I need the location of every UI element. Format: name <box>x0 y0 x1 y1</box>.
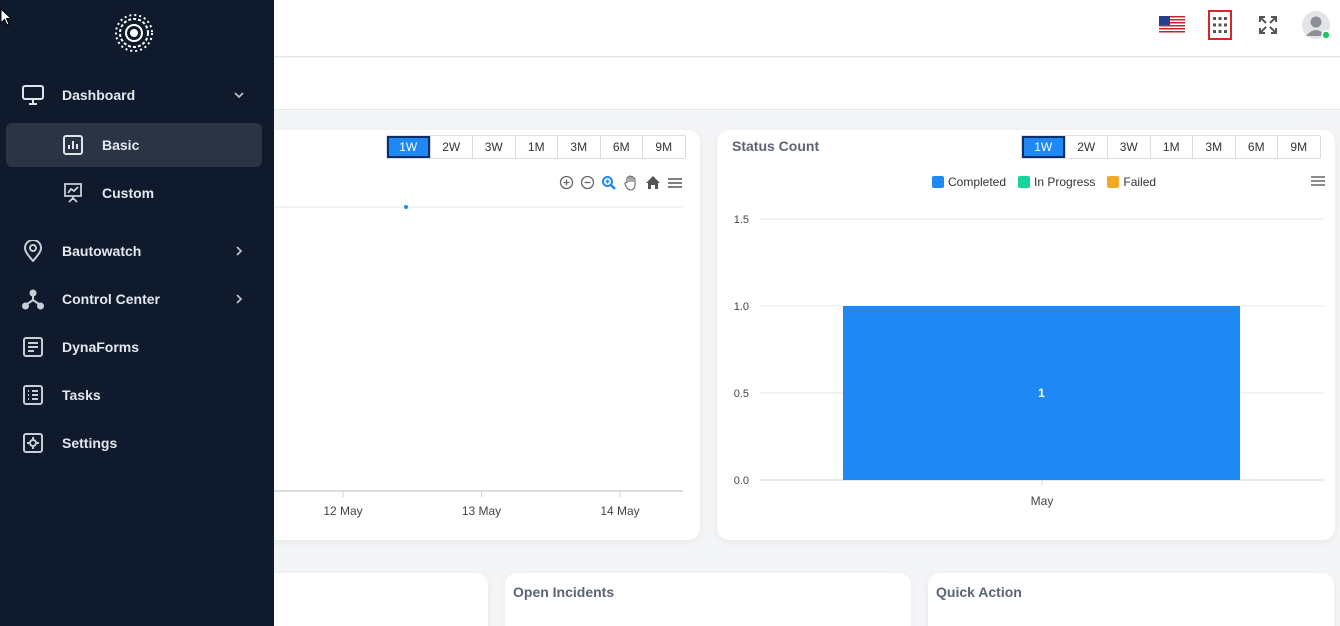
sidebar-item-basic[interactable]: Basic <box>6 123 262 167</box>
location-pin-icon <box>22 240 44 262</box>
sidebar-item-label: DynaForms <box>62 339 140 355</box>
sidebar-item-label: Control Center <box>62 291 160 307</box>
open-incidents-title: Open Incidents <box>513 584 615 600</box>
sidebar-item-label: Tasks <box>62 387 101 403</box>
sidebar-item-control-center[interactable]: Control Center <box>6 277 262 321</box>
y-tick-label: 0.5 <box>734 388 749 400</box>
settings-icon <box>22 432 44 454</box>
open-incidents-card: Open Incidents <box>505 573 911 626</box>
fullscreen-icon[interactable] <box>1253 10 1283 40</box>
sidebar: Dashboard Basic Custom Bautowatch Contro… <box>0 0 274 626</box>
status-chart-plot: 0.0 0.5 1.0 1.5 1 May <box>734 214 1325 508</box>
sidebar-item-dashboard[interactable]: Dashboard <box>6 73 262 117</box>
network-icon <box>22 288 44 310</box>
x-tick-label: 14 May <box>600 504 639 518</box>
logo-icon <box>115 14 153 52</box>
sidebar-item-label: Dashboard <box>62 87 136 103</box>
sidebar-item-dynaforms[interactable]: DynaForms <box>6 325 262 369</box>
quick-action-card: Quick Action <box>928 573 1334 626</box>
y-tick-label: 0.0 <box>734 475 749 487</box>
y-tick-label: 1.5 <box>734 214 749 226</box>
chevron-down-icon <box>234 92 244 99</box>
mouse-cursor-icon <box>0 8 12 26</box>
bar-chart-icon <box>62 134 84 156</box>
sidebar-item-label: Bautowatch <box>62 243 142 259</box>
x-tick-label: May <box>1031 494 1054 508</box>
sidebar-item-settings[interactable]: Settings <box>6 421 262 465</box>
sidebar-item-label: Custom <box>102 185 155 201</box>
task-list-icon <box>22 384 44 406</box>
presentation-chart-icon <box>62 182 84 204</box>
x-tick-label: 12 May <box>323 504 362 518</box>
sidebar-item-bautowatch[interactable]: Bautowatch <box>6 229 262 273</box>
sidebar-item-custom[interactable]: Custom <box>6 171 262 215</box>
x-tick-label: 13 May <box>462 504 501 518</box>
quick-action-title: Quick Action <box>936 584 1022 600</box>
sidebar-item-label: Basic <box>102 137 140 153</box>
status-count-card: Status Count 1W 2W 3W 1M 3M 6M 9M Completed In … <box>717 130 1335 540</box>
bar-data-label: 1 <box>1038 386 1045 400</box>
data-point <box>404 205 408 209</box>
y-tick-label: 1.0 <box>734 301 749 313</box>
chevron-right-icon <box>236 246 243 256</box>
sidebar-item-tasks[interactable]: Tasks <box>6 373 262 417</box>
form-icon <box>22 336 44 358</box>
chevron-right-icon <box>236 294 243 304</box>
apps-grid-icon[interactable] <box>1208 10 1232 40</box>
sidebar-item-label: Settings <box>62 435 118 451</box>
us-flag-icon[interactable] <box>1157 10 1187 40</box>
user-avatar-icon[interactable] <box>1301 10 1331 40</box>
monitor-icon <box>22 84 44 106</box>
